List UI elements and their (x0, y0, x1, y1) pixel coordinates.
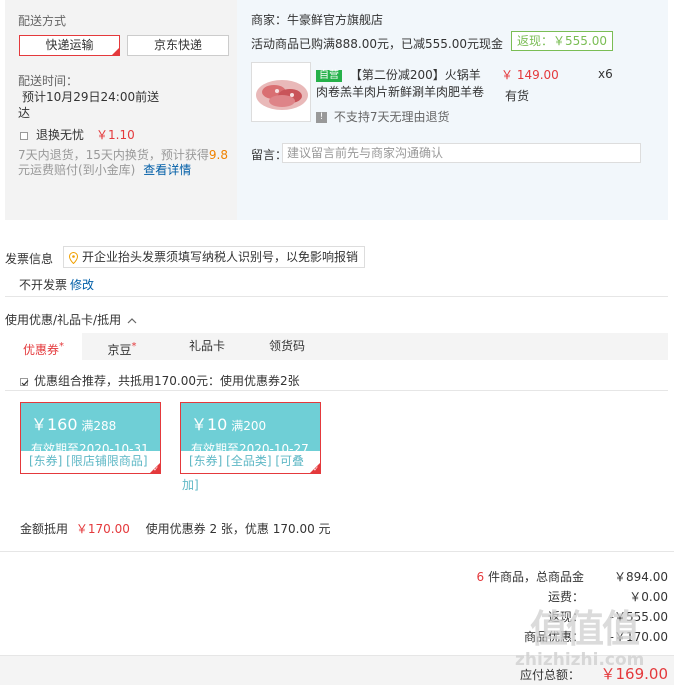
coupon-amount: ￥10 (191, 415, 228, 434)
tab-gift-card[interactable]: 礼品卡 (170, 333, 244, 360)
watermark-logo: 值值值 (530, 607, 640, 651)
message-input[interactable]: 建议留言前先与商家沟通确认 (282, 143, 641, 163)
goods-total: ￥894.00 (614, 570, 668, 584)
invoice-tip: 开企业抬头发票须填写纳税人识别号，以免影响报销 (63, 246, 366, 268)
shipping-title: 配送方式 (18, 14, 67, 28)
tab-jingdou[interactable]: 京豆* (92, 333, 152, 360)
coupon-amount: ￥160 (31, 415, 78, 434)
return-service-desc2: 元运费赔付(到小金库) 查看详情 (18, 163, 192, 177)
divider (5, 296, 668, 297)
divider (0, 551, 674, 552)
no-return-notice: ! 不支持7天无理由退货 (316, 108, 449, 125)
return-service-price: ￥1.10 (96, 128, 135, 142)
product-title-line1: 【第二份减200】火锅羊 (349, 68, 481, 82)
lamb-roll-image (252, 63, 310, 121)
delivery-time-value-cont: 达 (18, 106, 31, 120)
invoice-title: 发票信息 (5, 252, 54, 266)
location-pin-icon (69, 252, 78, 264)
info-icon: ! (316, 112, 327, 123)
shipping-panel (5, 0, 237, 220)
check-icon (21, 379, 29, 386)
combo-recommend[interactable]: 优惠组合推荐，共抵用170.00元：使用优惠券2张 (20, 372, 300, 389)
self-operated-badge: 自营 (316, 69, 342, 82)
discount-tabs: 优惠券* 京豆* 礼品卡 领货码 (5, 333, 668, 360)
coupon-header: ￥160 满288 有效期至2020-10-31 (21, 403, 160, 456)
tab-coupons[interactable]: 优惠券* (5, 333, 82, 360)
product-title-line2[interactable]: 肉卷羔羊肉片新鲜涮羊肉肥羊卷 (316, 83, 484, 100)
tab-claim-code[interactable]: 领货码 (250, 333, 324, 360)
check-icon: ✓ (313, 465, 319, 473)
coupon-header: ￥10 满200 有效期至2020-10-27 (181, 403, 320, 456)
coupon-categories: [东券] [限店铺限商品] (29, 454, 148, 468)
product-thumbnail[interactable] (251, 62, 311, 122)
promo-text: 活动商品已购满888.00元，已减555.00元现金 (251, 37, 503, 51)
divider (5, 390, 668, 391)
delivery-time-label: 配送时间： (18, 74, 79, 88)
coupon-condition: 满288 (81, 419, 117, 433)
coupon-card[interactable]: ￥160 满288 有效期至2020-10-31 [东券] [限店铺限商品] ✓ (20, 402, 161, 474)
invoice-status: 不开发票 (19, 278, 68, 292)
merchant-name: 商家：牛豪鲜官方旗舰店 (251, 13, 384, 27)
check-icon: ✓ (153, 465, 159, 473)
shipping-option-jd[interactable]: 京东快递 (127, 35, 229, 56)
chevron-up-icon (127, 318, 137, 324)
amount-deduction: 金额抵用 ￥170.00 使用优惠券 2 张，优惠 170.00 元 (20, 522, 331, 536)
coupon-condition: 满200 (231, 419, 267, 433)
return-service[interactable]: 退换无忧 ￥1.10 (20, 126, 135, 143)
rebate-badge: 返现：￥555.00 (511, 31, 613, 51)
return-service-label: 退换无忧 (36, 128, 85, 142)
product-title[interactable]: 自营 【第二份减200】火锅羊 (316, 66, 481, 83)
product-price: ￥ 149.00 (501, 68, 559, 82)
watermark-url: zhizhizhi.com (515, 650, 645, 670)
return-detail-link[interactable]: 查看详情 (143, 163, 191, 177)
shipping-option-express[interactable]: 快递运输 (19, 35, 120, 56)
goods-count: 6 件商品，总商品金 (476, 570, 584, 584)
combo-checkbox[interactable] (20, 377, 29, 386)
delivery-time-value: 预计10月29日24:00前送 (22, 90, 160, 104)
coupon-card[interactable]: ￥10 满200 有效期至2020-10-27 [东券] [全品类] [可叠 ✓ (180, 402, 321, 474)
product-quantity: x6 (598, 67, 613, 81)
invoice-edit-link[interactable]: 修改 (70, 276, 94, 293)
return-service-checkbox[interactable] (20, 131, 28, 140)
discount-section-toggle[interactable]: 使用优惠/礼品卡/抵用 (5, 311, 137, 328)
product-stock: 有货 (505, 89, 530, 103)
coupon-categories-cont: 加] (182, 478, 199, 492)
coupon-categories: [东券] [全品类] [可叠 (189, 454, 305, 468)
